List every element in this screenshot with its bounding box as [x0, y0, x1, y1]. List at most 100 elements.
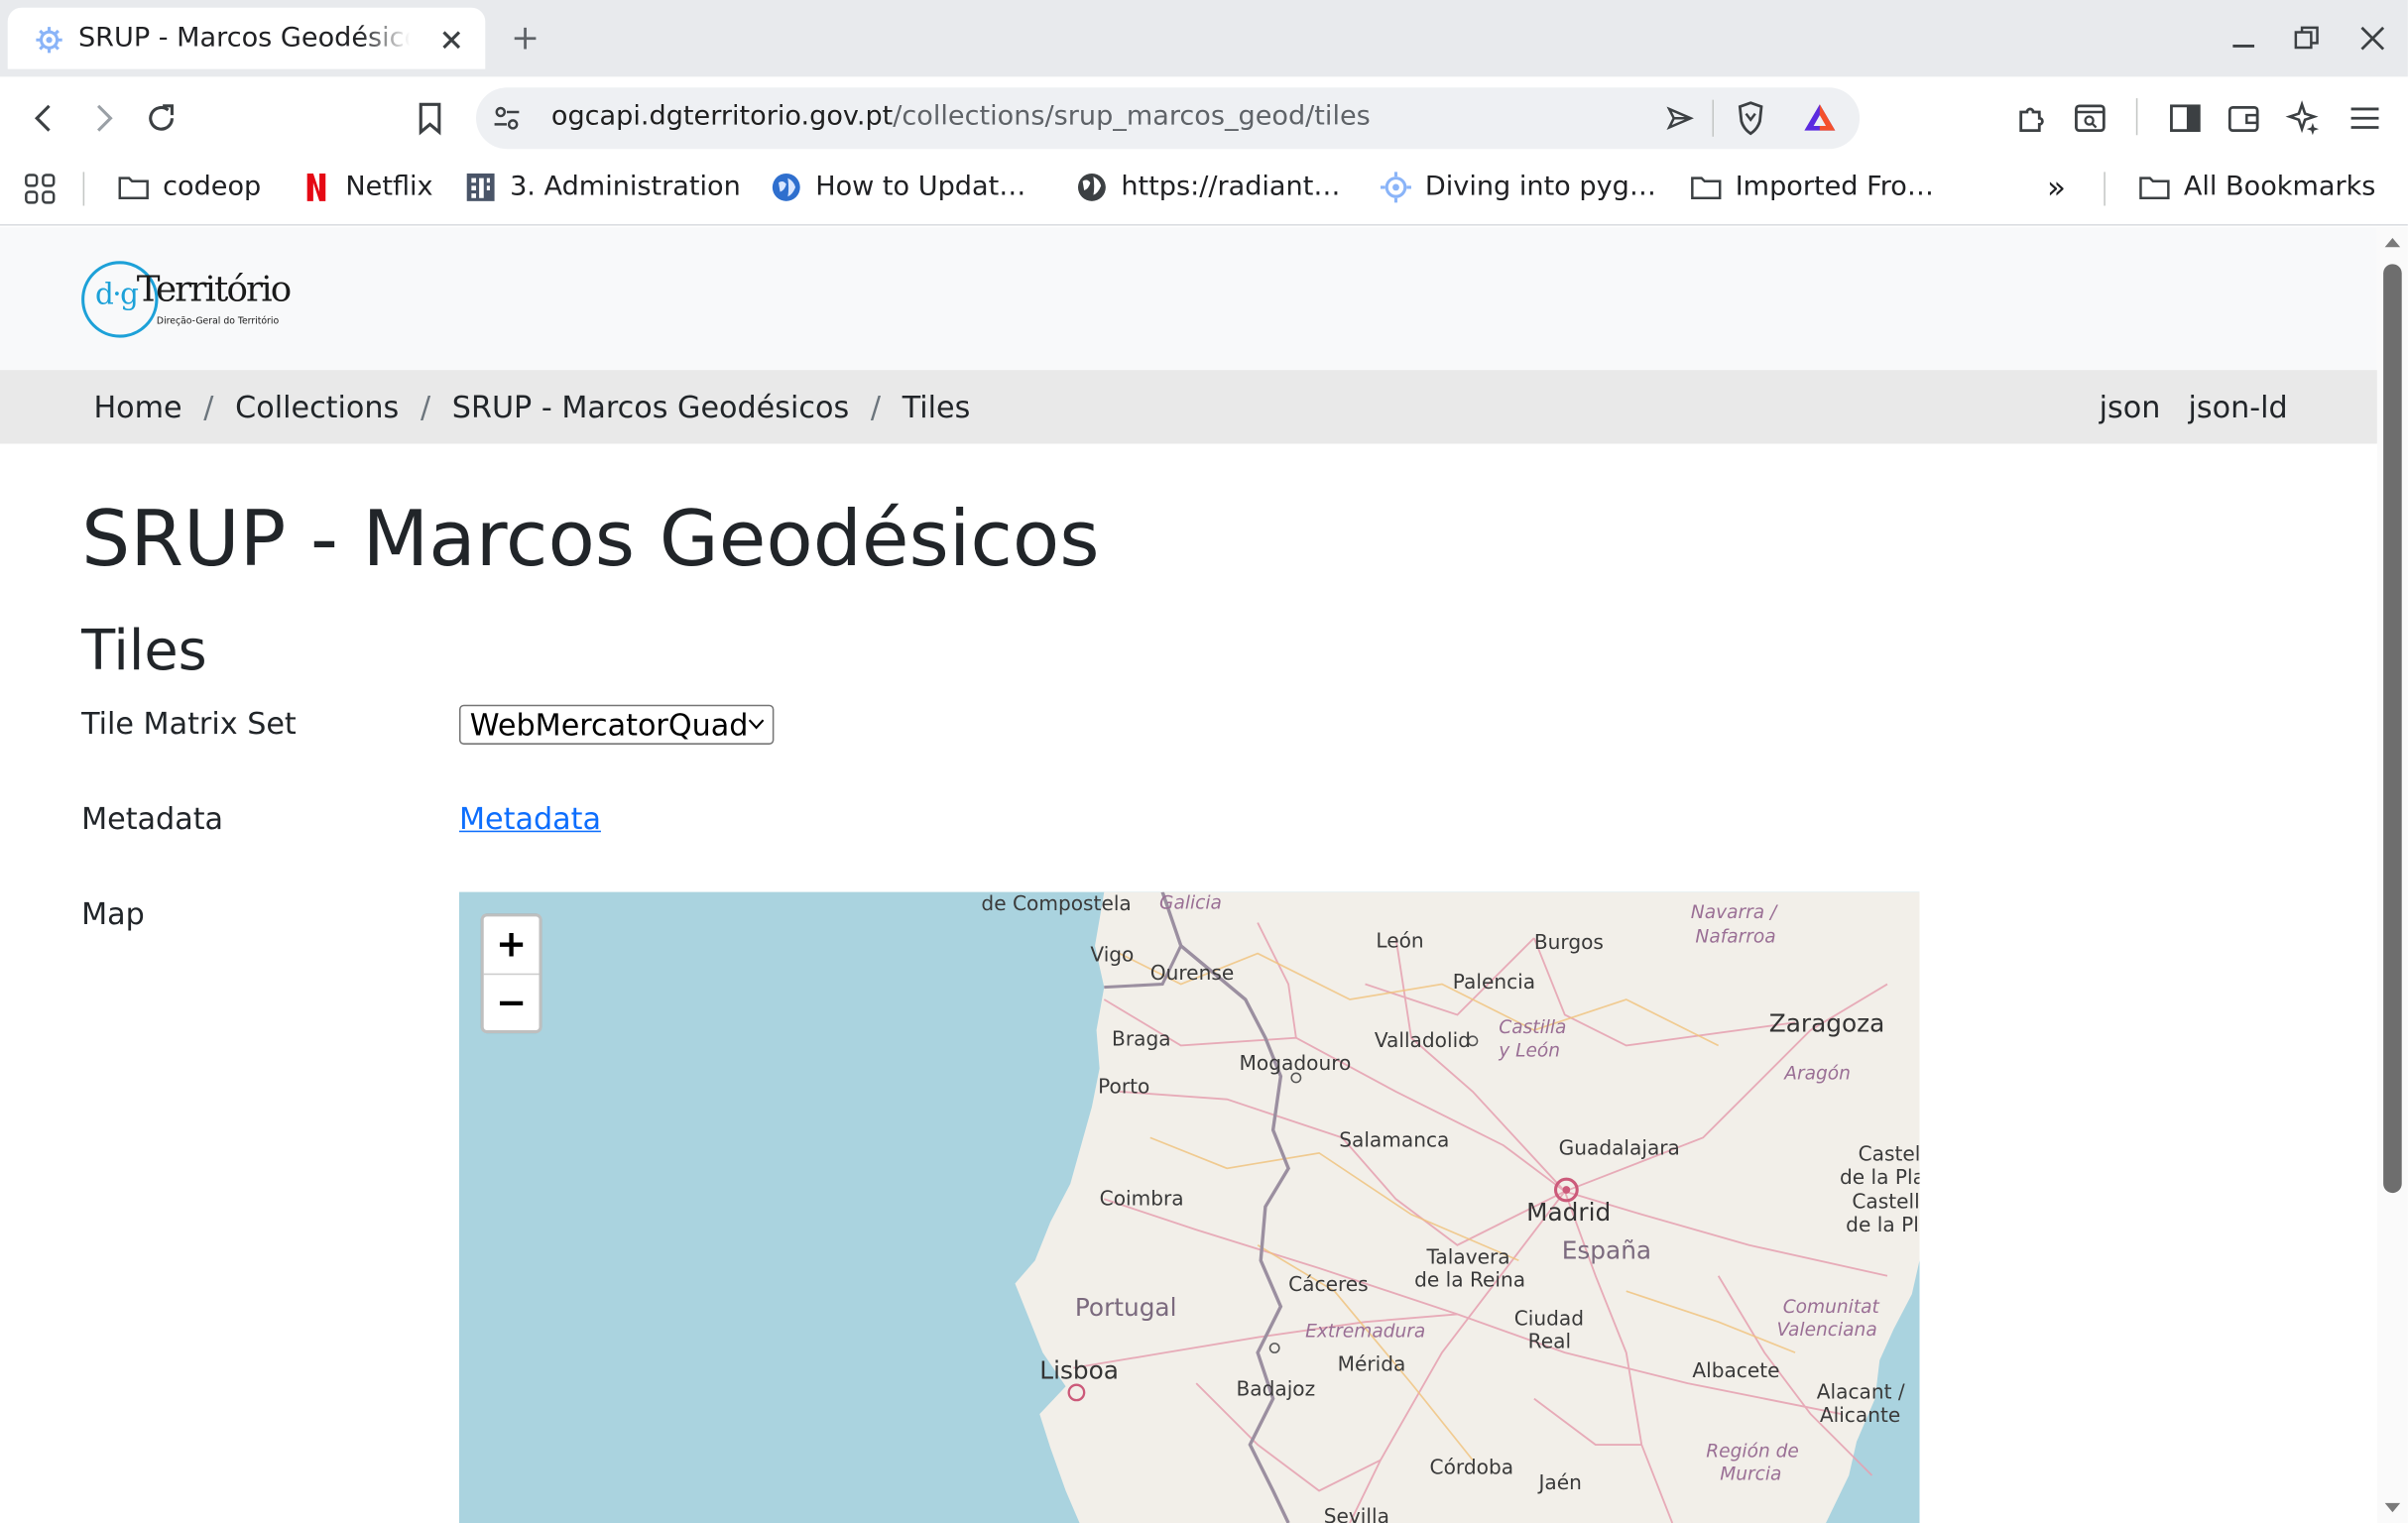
bookmark-label: Imported Fro…	[1735, 172, 1934, 203]
logo-prefix: d·g	[95, 278, 139, 312]
map-region-label: Galicia	[1159, 891, 1222, 914]
apps-grid-icon[interactable]	[23, 172, 57, 205]
map-place-label: Sevilla	[1323, 1505, 1389, 1523]
map-country-label: España	[1561, 1235, 1652, 1265]
breadcrumb-tiles: Tiles	[902, 390, 971, 425]
page-title: SRUP - Marcos Geodésicos	[81, 494, 1100, 584]
zoom-out-button[interactable]: −	[484, 975, 540, 1031]
minimize-icon[interactable]	[2228, 23, 2259, 54]
map-place-label: de la Pl	[1846, 1214, 1919, 1238]
logo-tagline: Direção-Geral do Território	[156, 315, 280, 327]
send-icon[interactable]	[1664, 103, 1695, 134]
map-place-label: Ciudad	[1513, 1308, 1585, 1332]
format-json-link[interactable]: json	[2100, 390, 2161, 425]
breadcrumb-separator: /	[420, 390, 431, 425]
web-page: d·g Território Direção-Geral do Territór…	[0, 227, 2377, 1523]
bookmarks-bar: codeop Netflix 3. Administration How to …	[0, 153, 2408, 226]
new-tab-plus-icon[interactable]	[510, 23, 541, 54]
wallet-icon[interactable]	[2226, 100, 2262, 137]
url-path: /collections/srup_marcos_geod/tiles	[893, 101, 1371, 133]
breadcrumb-home[interactable]: Home	[93, 390, 181, 425]
bookmark-administration[interactable]: 3. Administration	[464, 168, 741, 207]
tile-matrix-select[interactable]: WebMercatorQuad	[458, 704, 775, 745]
zoom-in-button[interactable]: +	[483, 916, 540, 976]
bookmark-netflix[interactable]: Netflix	[300, 168, 433, 207]
map-place-label: Mérida	[1337, 1353, 1406, 1377]
map-place-label: Talavera	[1426, 1246, 1510, 1270]
map-city-label: Madrid	[1526, 1197, 1612, 1228]
bookmark-label: codeop	[163, 172, 262, 203]
map-place-label: Mogadouro	[1239, 1053, 1352, 1077]
map-place-label: Valladolid	[1374, 1029, 1471, 1054]
map-place-label: Alicante	[1819, 1404, 1901, 1429]
folder-icon	[1691, 176, 1722, 199]
toolbar-divider	[2135, 98, 2138, 136]
bookmark-imported[interactable]: Imported Fro…	[1689, 168, 1934, 207]
tab-search-icon[interactable]	[2072, 100, 2108, 137]
bookmark-label: Diving into pyg…	[1424, 172, 1656, 203]
map-place-label: de la Pla	[1839, 1166, 1920, 1191]
restore-icon[interactable]	[2291, 23, 2322, 54]
tab-strip: SRUP - Marcos Geodésicos	[0, 0, 2408, 77]
bookmark-label: How to Updat…	[815, 172, 1026, 203]
map-place-label: de Compostela	[981, 893, 1132, 917]
scroll-down-arrow-icon[interactable]	[2383, 1501, 2402, 1513]
address-bar[interactable]: ogcapi.dgterritorio.gov.pt/collections/s…	[476, 87, 1861, 150]
brave-rewards-icon[interactable]	[1801, 100, 1838, 137]
map-view[interactable]: de Compostela Galicia Vigo Ourense León …	[458, 891, 1920, 1523]
scroll-up-arrow-icon[interactable]	[2383, 236, 2402, 248]
all-bookmarks[interactable]: All Bookmarks	[2137, 168, 2375, 207]
breadcrumb-collections[interactable]: Collections	[235, 390, 399, 425]
reload-icon[interactable]	[143, 100, 180, 137]
site-settings-icon[interactable]	[491, 103, 522, 134]
bookmark-label: Netflix	[345, 172, 433, 203]
map-region-label: Región de	[1706, 1440, 1799, 1463]
gear-site-icon	[1381, 172, 1411, 203]
map-region-label: Murcia	[1720, 1463, 1782, 1485]
forward-icon[interactable]	[84, 100, 121, 137]
map-region-label: Nafarroa	[1695, 925, 1776, 948]
browser-tab[interactable]: SRUP - Marcos Geodésicos	[7, 7, 486, 69]
dgterritorio-logo[interactable]: d·g Território Direção-Geral do Territór…	[81, 258, 327, 344]
bookmark-diving-into-pyg[interactable]: Diving into pyg…	[1379, 168, 1656, 207]
map-zoom-control: + −	[480, 913, 542, 1034]
map-place-label: Braga	[1112, 1028, 1171, 1052]
map-place-label: Ourense	[1149, 962, 1235, 987]
browser-toolbar: ogcapi.dgterritorio.gov.pt/collections/s…	[0, 76, 2408, 154]
close-icon[interactable]	[437, 26, 465, 54]
sidebar-icon[interactable]	[2167, 100, 2204, 137]
close-window-icon[interactable]	[2357, 23, 2388, 54]
map-place-label: Palencia	[1452, 972, 1536, 996]
scrollbar-thumb[interactable]	[2383, 264, 2402, 1194]
extensions-icon[interactable]	[2013, 100, 2050, 137]
map-place-label: Cáceres	[1288, 1274, 1369, 1298]
globe-icon	[1077, 173, 1106, 201]
bookmark-icon[interactable]	[412, 100, 448, 137]
logo-wordmark: Território	[136, 270, 292, 310]
map-place-label: Alacant /	[1816, 1381, 1905, 1405]
bookmarks-overflow-button[interactable]: »	[2047, 168, 2066, 207]
bookmark-separator	[82, 172, 85, 206]
map-place-label: Castel	[1858, 1143, 1920, 1167]
brave-shield-icon[interactable]	[1733, 100, 1769, 137]
back-icon[interactable]	[26, 100, 62, 137]
leo-ai-icon[interactable]	[2285, 100, 2322, 137]
map-region-label: Valenciana	[1776, 1319, 1877, 1341]
map-place-label: Jaén	[1538, 1471, 1582, 1496]
site-header: d·g Território Direção-Geral do Territór…	[0, 227, 2377, 371]
map-place-label: Córdoba	[1429, 1457, 1514, 1480]
metadata-link[interactable]: Metadata	[459, 801, 601, 837]
menu-icon[interactable]	[2347, 100, 2383, 137]
breadcrumb: Home / Collections / SRUP - Marcos Geodé…	[93, 390, 970, 425]
map-place-label: Real	[1527, 1331, 1572, 1354]
breadcrumb-collection[interactable]: SRUP - Marcos Geodésicos	[452, 390, 849, 425]
bookmark-codeop[interactable]: codeop	[117, 168, 262, 207]
breadcrumb-separator: /	[203, 390, 214, 425]
url-host: ogcapi.dgterritorio.gov.pt	[550, 101, 894, 133]
map-region-label: Aragón	[1784, 1062, 1851, 1085]
bookmark-radiant[interactable]: https://radiant…	[1075, 168, 1340, 207]
page-scrollbar[interactable]	[2376, 227, 2408, 1523]
bookmark-how-to-update[interactable]: How to Updat…	[770, 168, 1026, 207]
url-text[interactable]: ogcapi.dgterritorio.gov.pt/collections/s…	[551, 101, 1371, 132]
format-jsonld-link[interactable]: json-ld	[2188, 390, 2287, 425]
